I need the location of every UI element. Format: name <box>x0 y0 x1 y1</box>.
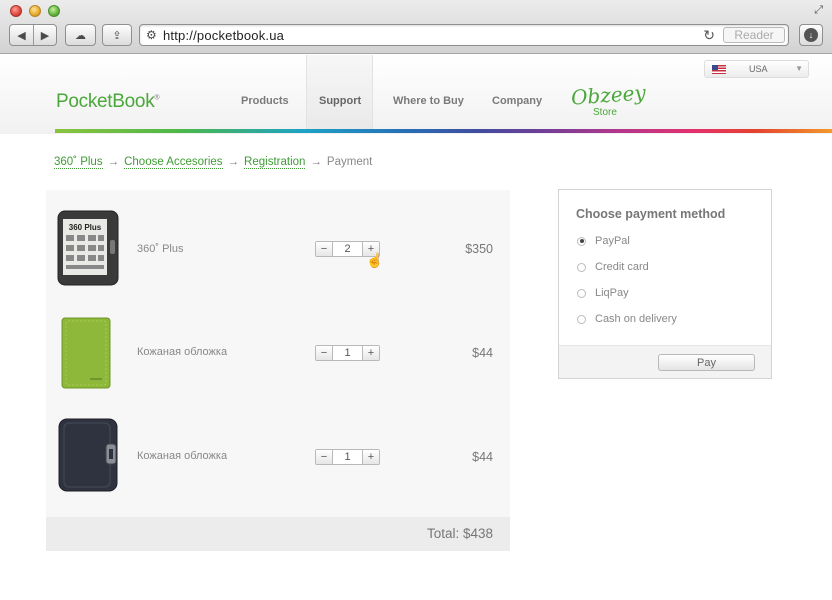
breadcrumb: 360˚ Plus → Choose Accesories → Registration… <box>54 156 373 169</box>
back-arrow-icon[interactable]: ◀ <box>10 25 33 45</box>
download-icon: ↓ <box>804 28 818 42</box>
breadcrumb-registration[interactable]: Registration <box>244 156 306 169</box>
fullscreen-icon[interactable]: ⤢ <box>814 4 823 17</box>
cart-row: 360 Plus 360˚ Plus − 2 + $350 <box>46 198 510 302</box>
minimize-window-button[interactable] <box>29 5 41 17</box>
language-select[interactable]: USA ▼ <box>704 60 809 78</box>
reader-screen-title: 360 Plus <box>69 223 102 232</box>
reader-button[interactable]: Reader <box>723 27 785 43</box>
item-name[interactable]: 360˚ Plus <box>137 243 183 255</box>
nav-where-to-buy[interactable]: Where to Buy <box>393 95 464 107</box>
language-label: USA <box>749 64 768 74</box>
black-cover-image <box>58 418 118 492</box>
item-price: $350 <box>465 242 493 256</box>
url-text[interactable]: http://pocketbook.ua <box>163 28 284 43</box>
breadcrumb-separator: → <box>107 156 120 168</box>
close-window-button[interactable] <box>10 5 22 17</box>
zoom-window-button[interactable] <box>48 5 60 17</box>
payment-option-paypal[interactable]: PayPal <box>577 235 630 247</box>
decrease-quantity-button[interactable]: − <box>316 242 333 256</box>
obzeey-store-logo[interactable]: Obzeey <box>570 80 646 109</box>
payment-method-panel: Choose payment method PayPal Credit card… <box>558 189 772 379</box>
payment-option-liqpay[interactable]: LiqPay <box>577 287 629 299</box>
cart-row: Кожаная обложка − 1 + $44 <box>46 302 510 406</box>
payment-option-label: PayPal <box>595 235 630 247</box>
nav-active-highlight <box>306 55 373 130</box>
downloads-button[interactable]: ↓ <box>799 24 823 46</box>
forward-arrow-icon[interactable]: ▶ <box>32 25 56 45</box>
cart-panel: 360 Plus 360˚ Plus − 2 + $350 Кожаная об… <box>46 190 510 551</box>
radio-selected-icon[interactable] <box>577 236 586 246</box>
payment-option-label: LiqPay <box>595 287 629 299</box>
site-icon: ⚙ <box>146 28 157 42</box>
cloud-icon[interactable]: ☁ <box>65 24 96 46</box>
cart-total: Total: $438 <box>426 526 493 541</box>
item-name[interactable]: Кожаная обложка <box>137 346 227 358</box>
breadcrumb-separator: → <box>310 156 322 168</box>
nav-support[interactable]: Support <box>319 95 361 107</box>
decrease-quantity-button[interactable]: − <box>316 450 333 464</box>
rainbow-divider <box>55 129 832 133</box>
quantity-stepper: − 1 + <box>315 345 380 361</box>
pocketbook-reader-image: 360 Plus <box>57 210 119 286</box>
quantity-value[interactable]: 1 <box>333 450 362 464</box>
site-header: USA ▼ PocketBook® Products Support Where… <box>0 55 832 134</box>
pay-button[interactable]: Pay <box>658 354 755 371</box>
green-cover-image <box>61 317 111 389</box>
breadcrumb-separator: → <box>227 156 240 168</box>
payment-option-label: Credit card <box>595 261 649 273</box>
payment-title: Choose payment method <box>576 207 726 221</box>
radio-icon[interactable] <box>577 314 586 324</box>
quantity-value[interactable]: 2 <box>333 242 362 256</box>
item-price: $44 <box>472 450 493 464</box>
breadcrumb-360-plus[interactable]: 360˚ Plus <box>54 156 103 169</box>
increase-quantity-button[interactable]: + <box>362 450 379 464</box>
nav-company[interactable]: Company <box>492 95 542 107</box>
increase-quantity-button[interactable]: + <box>362 346 379 360</box>
item-name[interactable]: Кожаная обложка <box>137 450 227 462</box>
store-label: Store <box>593 107 617 118</box>
radio-icon[interactable] <box>577 288 586 298</box>
pocketbook-logo[interactable]: PocketBook® <box>56 91 160 113</box>
radio-icon[interactable] <box>577 262 586 272</box>
payment-option-label: Cash on delivery <box>595 313 677 325</box>
chevron-down-icon: ▼ <box>795 64 803 73</box>
share-icon[interactable]: ⇪ <box>102 24 132 46</box>
cart-row: Кожаная обложка − 1 + $44 <box>46 406 510 510</box>
back-forward-buttons: ◀ ▶ <box>9 24 57 46</box>
breadcrumb-payment: Payment <box>326 156 373 168</box>
quantity-value[interactable]: 1 <box>333 346 362 360</box>
decrease-quantity-button[interactable]: − <box>316 346 333 360</box>
payment-option-cash-on-delivery[interactable]: Cash on delivery <box>577 313 677 325</box>
payment-option-credit-card[interactable]: Credit card <box>577 261 649 273</box>
usa-flag-icon <box>712 65 726 74</box>
hand-cursor-icon: ☝ <box>366 252 384 268</box>
address-bar[interactable]: ⚙ http://pocketbook.ua ↻ Reader <box>139 24 789 46</box>
browser-toolbar: ⤢ ◀ ▶ ☁ ⇪ ⚙ http://pocketbook.ua ↻ Reade… <box>0 0 832 54</box>
payment-footer: Pay <box>559 345 771 378</box>
nav-products[interactable]: Products <box>241 95 289 107</box>
reload-icon[interactable]: ↻ <box>703 27 715 44</box>
cart-total-bar: Total: $438 <box>46 517 510 551</box>
breadcrumb-choose-accessories[interactable]: Choose Accesories <box>124 156 223 169</box>
item-price: $44 <box>472 346 493 360</box>
quantity-stepper: − 1 + <box>315 449 380 465</box>
